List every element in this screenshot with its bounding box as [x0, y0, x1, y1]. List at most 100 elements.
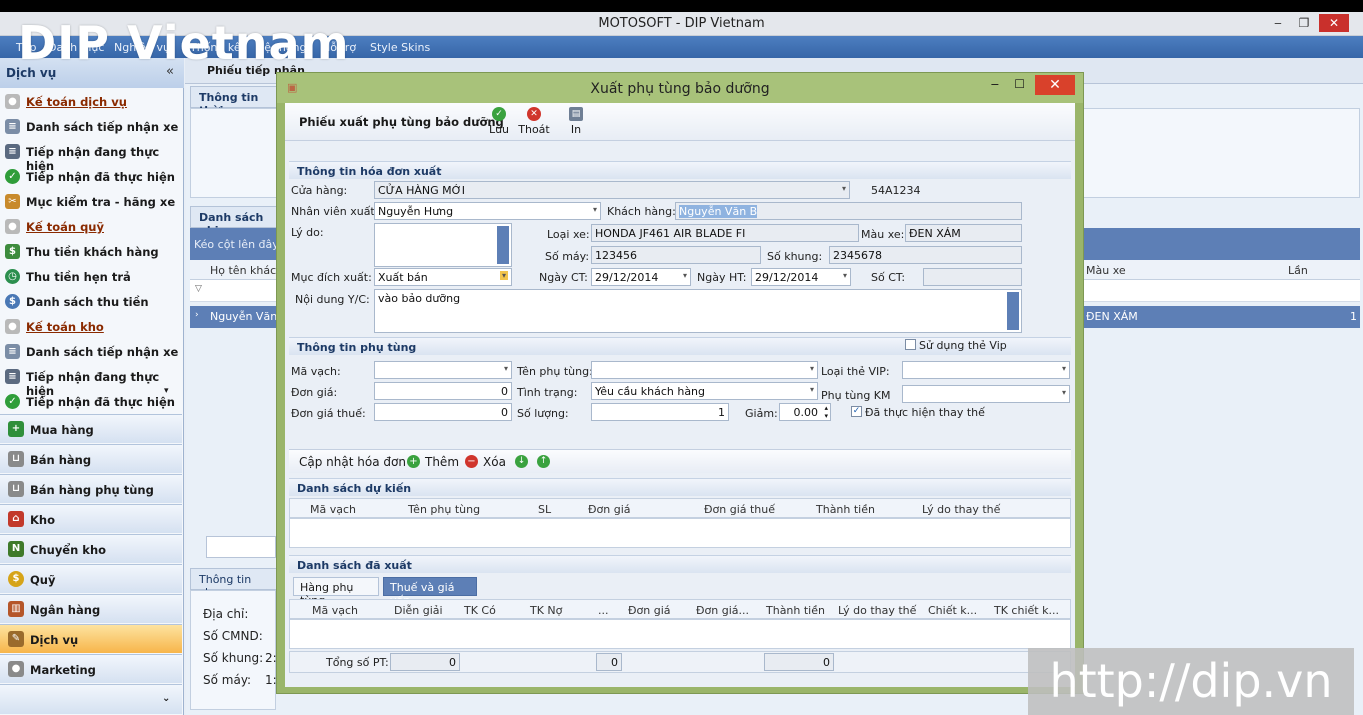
col-discount[interactable]: Chiết k... [928, 604, 977, 617]
planned-grid-body[interactable] [289, 518, 1071, 548]
col-bike-color[interactable]: Màu xe [1086, 264, 1126, 277]
pager-box[interactable] [206, 536, 276, 558]
tab-general[interactable]: Thông tin chung [190, 568, 280, 599]
col-replace-reason[interactable]: Lý do thay thế [838, 604, 916, 617]
tab-list[interactable]: Danh sách phi [190, 206, 280, 237]
sidebar-item-warehouse-accounting[interactable]: ● Kế toán kho [2, 315, 180, 339]
col-more[interactable]: ... [598, 604, 609, 617]
sidebar-item-scheduled-payment[interactable]: ◷ Thu tiền hẹn trả [2, 265, 180, 289]
nav-more[interactable]: ⌄ [0, 684, 182, 714]
col-discount-account[interactable]: TK chiết k... [994, 604, 1059, 617]
color-field: ĐEN XÁM [905, 224, 1022, 242]
price-input[interactable]: 0 [374, 382, 512, 400]
col-barcode[interactable]: Mã vạch [310, 503, 356, 516]
vip-type-select[interactable]: ▾ [902, 361, 1070, 379]
part-name-select[interactable]: ▾ [591, 361, 818, 379]
col-debit-account[interactable]: TK Nợ [530, 604, 562, 617]
staff-select[interactable]: Nguyễn Hưng ▾ [374, 202, 601, 220]
reason-textarea[interactable] [374, 223, 512, 267]
scrollbar[interactable] [497, 226, 509, 264]
col-barcode[interactable]: Mã vạch [312, 604, 358, 617]
exit-button[interactable]: ✕ Thoát [517, 107, 551, 136]
exported-grid-header: Mã vạch Diễn giải TK Có TK Nợ ... Đơn gi… [289, 599, 1071, 619]
print-button[interactable]: ▤ In [567, 107, 585, 136]
sidebar-item-reception-in-progress-2[interactable]: ≡ Tiếp nhận đang thực hiện [2, 365, 180, 398]
minimize-icon[interactable]: ‒ [991, 77, 999, 92]
content-textarea[interactable]: vào bảo dưỡng [374, 289, 1022, 333]
total-value-1: 0 [390, 653, 460, 671]
chevron-down-icon: ⌄ [162, 693, 171, 704]
nav-purchase[interactable]: + Mua hàng [0, 414, 182, 443]
date-ht-picker[interactable]: 29/12/2014 ▾ [751, 268, 851, 286]
nav-fund[interactable]: $ Quỹ [0, 564, 182, 593]
replaced-checkbox[interactable]: ✓ [851, 406, 862, 417]
delete-icon[interactable]: − [465, 455, 478, 468]
frame-value: 2: [265, 651, 277, 665]
scrollbar[interactable] [1007, 292, 1019, 330]
sidebar-item-payment-list[interactable]: $ Danh sách thu tiền [2, 290, 180, 314]
money-icon: $ [5, 244, 20, 259]
minimize-icon[interactable]: ‒ [1265, 14, 1291, 32]
tab-parts[interactable]: Hàng phụ tùng [293, 577, 379, 607]
promo-select[interactable]: ▾ [902, 385, 1070, 403]
sidebar-item-service-accounting[interactable]: ● Kế toán dịch vụ [2, 90, 180, 114]
col-qty[interactable]: SL [538, 503, 551, 516]
sidebar-item-reception-done[interactable]: ✓ Tiếp nhận đã thực hiện [2, 165, 180, 189]
col-part-name[interactable]: Tên phụ tùng [408, 503, 480, 516]
spinner-icon[interactable]: ▴ ▾ [824, 404, 828, 420]
nav-transfer[interactable]: N Chuyển kho [0, 534, 182, 563]
col-times[interactable]: Lần [1288, 264, 1308, 277]
sidebar-item-reception-list[interactable]: ≡ Danh sách tiếp nhận xe [2, 115, 180, 139]
qty-input[interactable]: 1 [591, 403, 729, 421]
col-description[interactable]: Diễn giải [394, 604, 443, 617]
customer-field[interactable]: Nguyễn Văn B [675, 202, 1022, 220]
add-button[interactable]: Thêm [425, 455, 459, 469]
update-invoice-button[interactable]: Cập nhật hóa đơn [299, 455, 406, 469]
purpose-select[interactable]: Xuất bán ▾ [374, 268, 512, 286]
sidebar-item-customer-payment[interactable]: $ Thu tiền khách hàng [2, 240, 180, 264]
sidebar-item-fund-accounting[interactable]: ● Kế toán quỹ [2, 215, 180, 239]
nav-bank[interactable]: ▥ Ngân hàng [0, 594, 182, 623]
col-price[interactable]: Đơn giá [588, 503, 631, 516]
status-select[interactable]: Yêu cầu khách hàng ▾ [591, 382, 818, 400]
col-replace-reason[interactable]: Lý do thay thế [922, 503, 1000, 516]
col-amount[interactable]: Thành tiền [766, 604, 825, 617]
dialog-close-button[interactable]: ✕ [1035, 75, 1075, 95]
nav-sales[interactable]: ⊔ Bán hàng [0, 444, 182, 473]
barcode-select[interactable]: ▾ [374, 361, 512, 379]
store-select[interactable]: CỬA HÀNG MỚI ▾ [374, 181, 850, 199]
sidebar-item-reception-done-2[interactable]: ✓ Tiếp nhận đã thực hiện [2, 390, 180, 410]
tax-price-input[interactable]: 0 [374, 403, 512, 421]
nav-service[interactable]: ✎ Dịch vụ [0, 624, 182, 653]
col-price-other[interactable]: Đơn giá... [696, 604, 749, 617]
tab-info[interactable]: Thông tin thời [190, 86, 280, 117]
date-ct-picker[interactable]: 29/12/2014 ▾ [591, 268, 691, 286]
col-customer-name[interactable]: Họ tên khách [210, 264, 283, 277]
scroll-down-icon[interactable]: ▾ [164, 386, 169, 396]
menu-skins[interactable]: Style Skins [370, 41, 430, 54]
move-down-icon[interactable]: ↓ [515, 455, 528, 468]
sidebar-item-reception-in-progress[interactable]: ≡ Tiếp nhận đang thực hiện [2, 140, 180, 173]
col-credit-account[interactable]: TK Có [464, 604, 496, 617]
exported-grid-body[interactable] [289, 619, 1071, 649]
save-button[interactable]: ✓ Lưu [487, 107, 511, 136]
nav-warehouse[interactable]: ⌂ Kho [0, 504, 182, 533]
delete-button[interactable]: Xóa [483, 455, 506, 469]
col-price[interactable]: Đơn giá [628, 604, 671, 617]
chevron-down-icon[interactable]: ▾ [499, 271, 508, 280]
move-up-icon[interactable]: ↑ [537, 455, 550, 468]
tab-tax-cost[interactable]: Thuế và giá vốn [383, 577, 477, 607]
discount-spinner[interactable]: 0.00 ▴ ▾ [779, 403, 831, 421]
close-icon[interactable]: ✕ [1319, 14, 1349, 32]
add-icon[interactable]: + [407, 455, 420, 468]
vip-checkbox[interactable] [905, 339, 916, 350]
nav-marketing[interactable]: ● Marketing [0, 654, 182, 683]
maximize-icon[interactable]: ❐ [1291, 14, 1317, 32]
col-tax-price[interactable]: Đơn giá thuế [704, 503, 775, 516]
col-amount[interactable]: Thành tiền [816, 503, 875, 516]
maximize-icon[interactable]: ☐ [1014, 77, 1025, 91]
customer-label: Khách hàng: [607, 205, 676, 218]
sidebar-item-inspection[interactable]: ✂ Mục kiểm tra - hãng xe [2, 190, 180, 214]
nav-parts-sales[interactable]: ⊔ Bán hàng phụ tùng [0, 474, 182, 503]
sidebar-item-reception-list-2[interactable]: ≡ Danh sách tiếp nhận xe [2, 340, 180, 364]
